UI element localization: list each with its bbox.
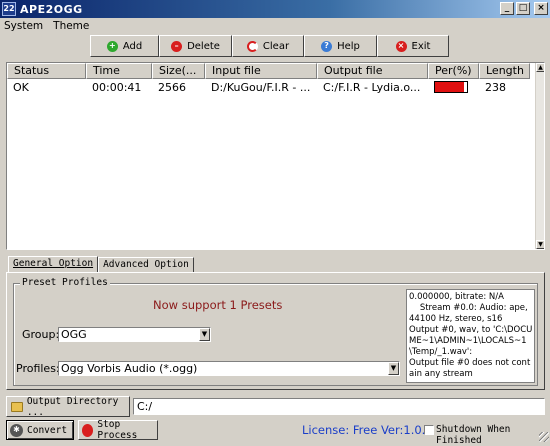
scroll-down-icon[interactable]: ▼	[536, 240, 544, 249]
progress-fill	[435, 82, 464, 92]
delete-icon: –	[171, 40, 183, 52]
group-label: Group:	[22, 328, 60, 341]
scroll-up-icon[interactable]: ▲	[536, 63, 544, 72]
support-text: Now support 1 Presets	[153, 298, 283, 312]
clear-icon	[246, 40, 258, 52]
help-button-label: Help	[337, 40, 360, 52]
delete-button-label: Delete	[187, 40, 220, 52]
window-title: APE2OGG	[20, 2, 83, 16]
exit-button[interactable]: × Exit	[377, 35, 449, 57]
title-bar[interactable]: 22 APE2OGG _ □ ×	[0, 0, 550, 18]
row-time: 00:00:41	[92, 81, 142, 94]
row-length: 238	[485, 81, 506, 94]
add-button[interactable]: + Add	[90, 35, 159, 57]
preset-profiles-title: Preset Profiles	[20, 277, 110, 289]
menu-system[interactable]: System	[4, 20, 43, 32]
maximize-button[interactable]: □	[516, 2, 530, 15]
column-status[interactable]: Status	[7, 63, 86, 79]
delete-button[interactable]: – Delete	[159, 35, 232, 57]
column-input-file[interactable]: Input file	[205, 63, 317, 79]
profiles-select-value: Ogg Vorbis Audio (*.ogg)	[61, 362, 198, 375]
row-input-file: D:/KuGou/F.I.R - ...	[211, 81, 311, 94]
stop-process-button[interactable]: Stop Process	[78, 419, 158, 441]
toolbar: + Add – Delete Clear ? Help × Exit	[90, 35, 449, 57]
file-list[interactable]: Status Time Size(... Input file Output f…	[6, 62, 545, 250]
column-length[interactable]: Length	[479, 63, 530, 79]
preset-profiles-group: Preset Profiles Now support 1 Presets Gr…	[13, 277, 538, 386]
general-option-panel: Preset Profiles Now support 1 Presets Gr…	[6, 272, 545, 390]
convert-button[interactable]: ✱ Convert	[6, 420, 74, 440]
group-select-value: OGG	[61, 328, 87, 341]
output-directory-input[interactable]: C:/	[133, 398, 545, 415]
minimize-button[interactable]: _	[500, 2, 514, 15]
row-size: 2566	[158, 81, 186, 94]
row-per	[428, 80, 479, 95]
exit-button-label: Exit	[411, 40, 431, 52]
table-row[interactable]: OK 00:00:41 2566 D:/KuGou/F.I.R - ... C:…	[7, 80, 537, 95]
add-button-label: Add	[122, 40, 143, 52]
file-list-header: Status Time Size(... Input file Output f…	[7, 63, 537, 79]
column-time[interactable]: Time	[86, 63, 152, 79]
profiles-select[interactable]: Ogg Vorbis Audio (*.ogg) ▼	[58, 361, 400, 376]
row-output-file: C:/F.I.R - Lydia.o...	[323, 81, 421, 94]
row-status: OK	[13, 81, 29, 94]
profiles-label: Profiles:	[16, 362, 60, 375]
chevron-down-icon[interactable]: ▼	[388, 362, 399, 375]
close-button[interactable]: ×	[534, 2, 548, 15]
add-icon: +	[106, 40, 118, 52]
column-per[interactable]: Per(%)	[428, 63, 479, 79]
folder-icon	[11, 401, 23, 412]
tab-general-option[interactable]: General Option	[8, 256, 99, 273]
help-icon: ?	[321, 40, 333, 52]
shutdown-checkbox[interactable]	[424, 425, 434, 435]
chevron-down-icon[interactable]: ▼	[199, 328, 210, 341]
clear-button[interactable]: Clear	[232, 35, 304, 57]
stop-process-label: Stop Process	[97, 419, 138, 441]
resize-grip-icon[interactable]	[539, 432, 549, 442]
convert-icon: ✱	[10, 423, 23, 437]
menu-theme[interactable]: Theme	[53, 20, 89, 32]
tab-advanced-option[interactable]: Advanced Option	[98, 257, 194, 273]
app-icon: 22	[2, 2, 16, 16]
menu-bar: System Theme	[0, 18, 550, 34]
vertical-scrollbar[interactable]: ▲ ▼	[535, 63, 544, 249]
output-directory-label: Output Directory ...	[26, 395, 119, 418]
clear-button-label: Clear	[262, 40, 290, 52]
group-select[interactable]: OGG ▼	[58, 327, 211, 342]
stop-icon	[82, 423, 94, 437]
license-text: License: Free Ver:1.0.1	[302, 423, 433, 437]
progress-bar	[434, 81, 468, 93]
log-output[interactable]: 0.000000, bitrate: N/A Stream #0.0: Audi…	[406, 289, 535, 383]
column-output-file[interactable]: Output file	[317, 63, 428, 79]
convert-button-label: Convert	[27, 424, 68, 436]
output-directory-button[interactable]: Output Directory ...	[6, 395, 130, 418]
column-size[interactable]: Size(...	[152, 63, 205, 79]
help-button[interactable]: ? Help	[304, 35, 377, 57]
exit-icon: ×	[395, 40, 407, 52]
option-tabs: General Option Advanced Option	[8, 256, 194, 273]
